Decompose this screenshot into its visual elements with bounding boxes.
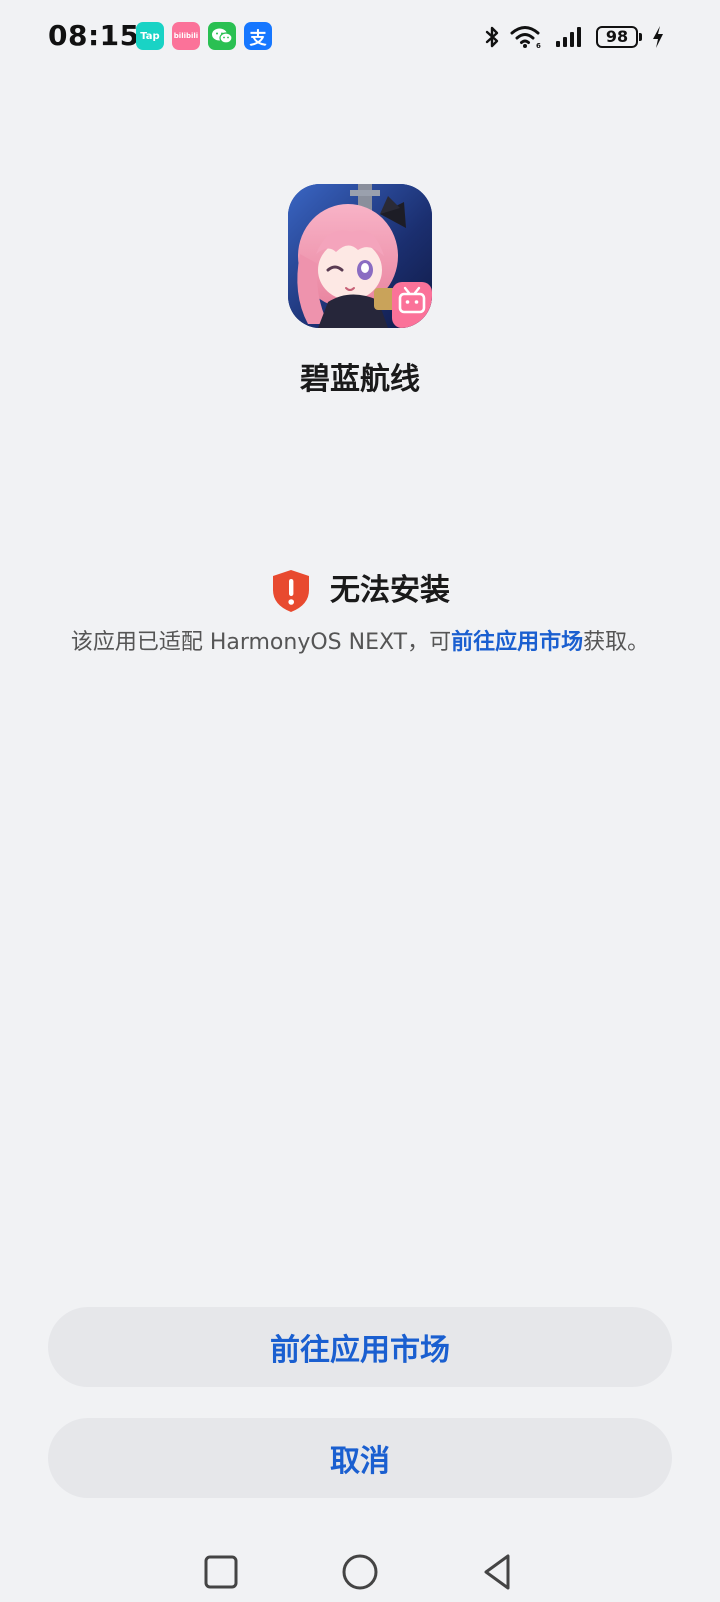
alipay-notification-icon: 支 xyxy=(244,22,272,50)
app-artwork xyxy=(288,184,432,328)
bluetooth-icon xyxy=(485,26,499,48)
circle-icon xyxy=(342,1554,378,1590)
status-time: 08:15 xyxy=(48,19,140,52)
system-icons: 6 98 xyxy=(484,22,664,52)
taptap-label: Tap xyxy=(140,30,160,42)
azur-lane-app-icon xyxy=(288,184,432,328)
signal-icon xyxy=(556,27,581,47)
warning-desc-prefix: 该应用已适配 HarmonyOS NEXT，可 xyxy=(70,630,452,655)
battery-level: 98 xyxy=(596,26,638,48)
shield-exclamation-icon xyxy=(273,570,309,612)
notification-icons: Tap bilibili 支 xyxy=(136,22,272,50)
back-button[interactable] xyxy=(474,1548,522,1596)
navigation-bar xyxy=(0,1548,720,1596)
charging-bolt-icon xyxy=(653,26,663,48)
recent-apps-button[interactable] xyxy=(197,1548,245,1596)
cancel-button[interactable]: 取消 xyxy=(48,1418,672,1498)
warning-title: 无法安装 xyxy=(330,573,450,608)
taptap-notification-icon: Tap xyxy=(136,22,164,50)
square-icon xyxy=(204,1555,238,1589)
warning-desc-suffix: 获取。 xyxy=(583,630,650,655)
battery-indicator: 98 xyxy=(596,26,642,48)
alipay-label: 支 xyxy=(249,28,267,49)
wechat-bubbles-icon xyxy=(212,28,233,44)
app-name: 碧蓝航线 xyxy=(300,362,420,397)
app-market-link[interactable]: 前往应用市场 xyxy=(451,630,583,655)
bilibili-notification-icon: bilibili xyxy=(172,22,200,50)
warning-description: 该应用已适配 HarmonyOS NEXT，可前往应用市场获取。 xyxy=(0,626,720,660)
triangle-back-icon xyxy=(484,1554,510,1590)
svg-text:6: 6 xyxy=(536,42,541,50)
bilibili-label: bilibili xyxy=(173,32,199,40)
battery-tip xyxy=(639,33,642,41)
status-bar: 08:15 Tap bilibili 支 6 98 xyxy=(0,0,720,74)
go-to-app-market-button[interactable]: 前往应用市场 xyxy=(48,1307,672,1387)
home-button[interactable] xyxy=(336,1548,384,1596)
install-warning: 无法安装 xyxy=(0,568,720,614)
wifi-icon: 6 xyxy=(510,26,541,50)
wechat-notification-icon xyxy=(208,22,236,50)
